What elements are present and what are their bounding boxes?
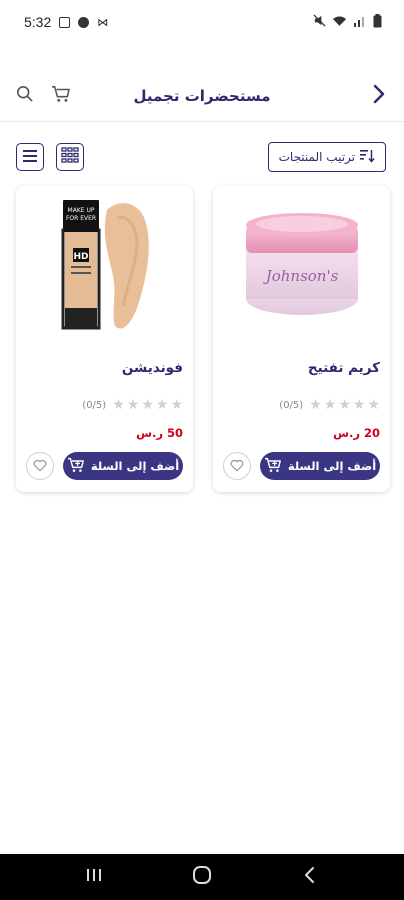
product-name[interactable]: فونديشن xyxy=(26,360,183,376)
product-price: 50 ر.س xyxy=(136,426,183,440)
star-icon: ★ xyxy=(338,397,351,413)
sort-label: ترتيب المنتجات xyxy=(278,150,355,164)
star-icon: ★ xyxy=(352,397,366,413)
recent-apps-button[interactable] xyxy=(74,862,114,892)
search-icon xyxy=(16,85,34,107)
cream-jar-image: Johnson's xyxy=(245,213,358,315)
cart-button[interactable] xyxy=(50,85,72,107)
system-nav-bar xyxy=(0,854,404,900)
grid-view-button[interactable] xyxy=(56,143,84,171)
search-button[interactable] xyxy=(14,85,36,107)
star-icon: ★ xyxy=(323,397,337,413)
product-grid: Johnson's كريم تفتيح ★ ★ ★ ★ ★ (0/5) 20 … xyxy=(16,186,390,492)
svg-text:Johnson's: Johnson's xyxy=(262,267,338,285)
add-cart-icon xyxy=(264,457,282,476)
list-view-button[interactable] xyxy=(16,143,44,171)
add-to-cart-button[interactable]: أضف إلى السلة xyxy=(63,452,183,480)
product-image: Johnson's xyxy=(223,186,380,346)
status-bar: 5:32 ⋈ xyxy=(0,0,404,44)
product-card[interactable]: Johnson's كريم تفتيح ★ ★ ★ ★ ★ (0/5) 20 … xyxy=(213,186,390,492)
product-rating: ★ ★ ★ ★ ★ (0/5) xyxy=(223,398,380,412)
gallery-notification-icon xyxy=(59,16,71,28)
star-icon: ★ xyxy=(112,397,125,413)
recent-apps-icon xyxy=(85,867,103,887)
add-cart-icon xyxy=(67,457,85,476)
wifi-icon xyxy=(332,15,347,30)
back-button[interactable] xyxy=(368,84,390,108)
back-arrow-icon xyxy=(303,866,317,888)
app-header: مستحضرات تجميل xyxy=(0,70,404,122)
product-actions: أضف إلى السلة xyxy=(26,452,183,480)
star-icon: ★ xyxy=(170,397,183,413)
system-back-button[interactable] xyxy=(290,862,330,892)
product-card[interactable]: MAKE UP FOR EVER HD فونديشن ★ ★ ★ ★ ★ (0… xyxy=(16,186,193,492)
svg-text:HD: HD xyxy=(73,252,88,262)
star-icon: ★ xyxy=(309,397,322,413)
status-time: 5:32 xyxy=(24,14,52,30)
add-to-cart-button[interactable]: أضف إلى السلة xyxy=(260,452,380,480)
sort-icon xyxy=(359,149,375,166)
star-icon: ★ xyxy=(367,397,380,413)
rating-text: (0/5) xyxy=(279,399,304,411)
product-rating: ★ ★ ★ ★ ★ (0/5) xyxy=(26,398,183,412)
view-toggles xyxy=(16,143,84,171)
foundation-bottle-image: MAKE UP FOR EVER HD xyxy=(61,200,149,330)
signal-icon xyxy=(353,15,367,30)
list-view-icon xyxy=(22,148,38,167)
product-price: 20 ر.س xyxy=(333,426,380,440)
product-name[interactable]: كريم تفتيح xyxy=(223,360,380,376)
toolbar: ترتيب المنتجات xyxy=(0,140,404,174)
product-actions: أضف إلى السلة xyxy=(223,452,380,480)
star-icon: ★ xyxy=(155,397,169,413)
mute-icon xyxy=(313,14,326,30)
product-image: MAKE UP FOR EVER HD xyxy=(26,186,183,346)
app-notification-icon xyxy=(78,16,90,28)
battery-icon xyxy=(373,13,382,31)
heart-icon xyxy=(33,457,47,476)
chevron-right-icon xyxy=(372,84,386,108)
header-actions xyxy=(14,85,72,107)
home-icon xyxy=(191,864,213,890)
add-to-cart-label: أضف إلى السلة xyxy=(90,459,180,473)
rating-text: (0/5) xyxy=(82,399,107,411)
star-icon: ★ xyxy=(141,397,154,413)
status-left: 5:32 ⋈ xyxy=(24,14,108,30)
cart-icon xyxy=(51,85,71,107)
svg-text:MAKE UP: MAKE UP xyxy=(67,207,94,214)
home-button[interactable] xyxy=(182,862,222,892)
grid-view-icon xyxy=(61,147,79,167)
sort-button[interactable]: ترتيب المنتجات xyxy=(267,142,386,172)
star-icon: ★ xyxy=(126,397,140,413)
mail-notification-icon: ⋈ xyxy=(97,15,109,29)
heart-icon xyxy=(230,457,244,476)
favorite-button[interactable] xyxy=(26,452,54,480)
add-to-cart-label: أضف إلى السلة xyxy=(287,459,377,473)
status-right xyxy=(313,13,382,31)
favorite-button[interactable] xyxy=(223,452,251,480)
svg-text:FOR EVER: FOR EVER xyxy=(65,215,95,222)
